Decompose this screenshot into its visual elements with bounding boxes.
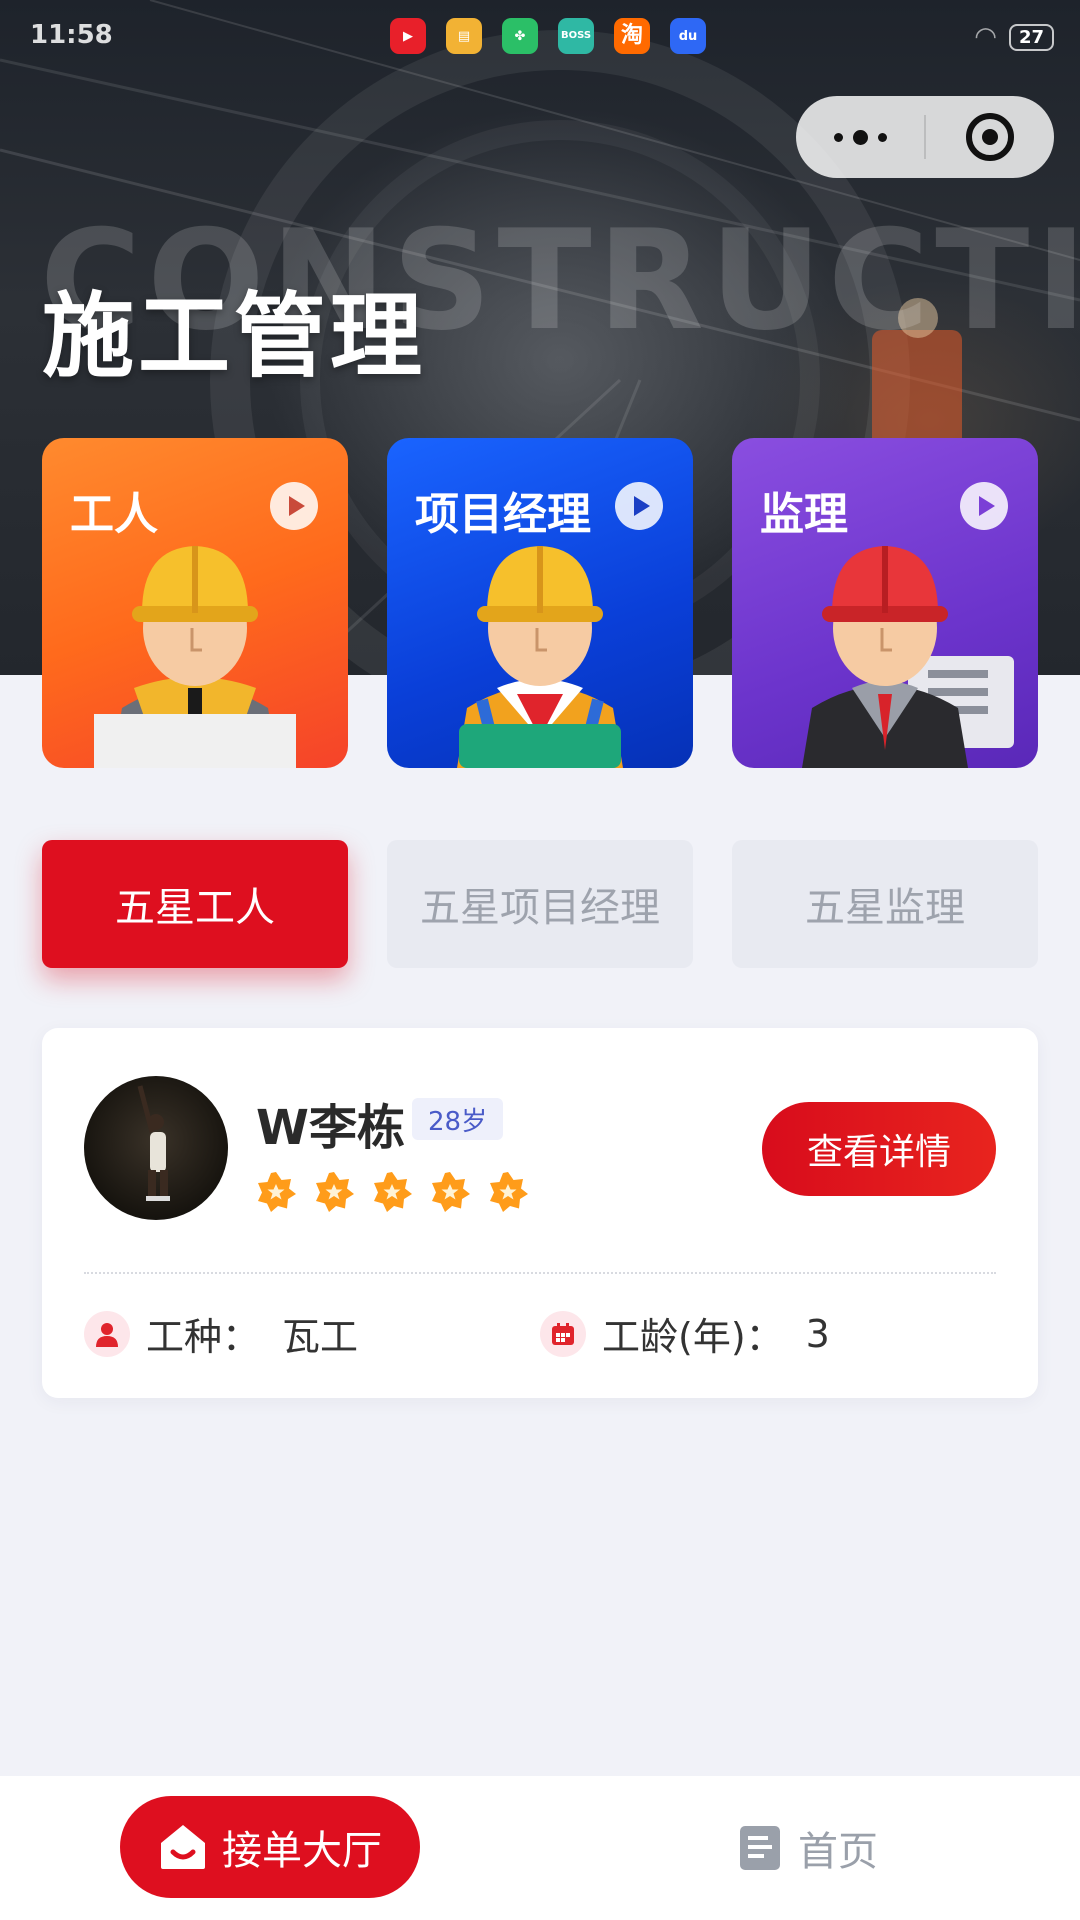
avatar	[84, 1076, 228, 1220]
role-card-supervisor[interactable]: 监理	[732, 438, 1038, 768]
card-divider	[84, 1272, 996, 1274]
tab-five-star-project-manager[interactable]: 五星项目经理	[387, 840, 693, 968]
wifi-icon: ◠	[974, 22, 997, 52]
star-rating	[254, 1170, 530, 1214]
nav-order-hall-label: 接单大厅	[222, 1828, 382, 1874]
close-miniprogram-button[interactable]	[926, 96, 1054, 178]
years-value: 3	[805, 1311, 830, 1356]
worker-name: W李栋	[256, 1100, 405, 1156]
nav-home[interactable]: 首页	[738, 1800, 878, 1896]
document-icon	[740, 1826, 780, 1870]
taobao-app-icon: 淘	[614, 18, 650, 54]
star-icon	[432, 1172, 470, 1212]
battery-icon: 27	[1008, 23, 1054, 51]
worker-card: W李栋 28岁 查看详情 工种： 瓦工 工龄(年)： 3	[42, 1028, 1038, 1398]
trade-value: 瓦工	[282, 1315, 359, 1359]
status-indicators: ◠ 27	[974, 22, 1054, 52]
baidu-app-icon: du	[670, 18, 706, 54]
tab-five-star-worker[interactable]: 五星工人	[42, 840, 348, 968]
years-info: 工龄(年)： 3	[540, 1306, 830, 1361]
role-label-worker: 工人	[70, 489, 158, 540]
role-card-project-manager[interactable]: 项目经理	[387, 438, 693, 768]
play-icon[interactable]	[270, 482, 318, 530]
role-card-worker[interactable]: 工人	[42, 438, 348, 768]
miniprogram-capsule	[796, 96, 1054, 178]
files-app-icon: ▤	[446, 18, 482, 54]
status-app-icons: ▶ ▤ ✤ BOSS 淘 du	[390, 18, 706, 54]
star-icon	[316, 1172, 354, 1212]
page-title: 施工管理	[42, 283, 427, 390]
nav-home-label: 首页	[798, 1829, 878, 1875]
calendar-icon	[540, 1310, 586, 1357]
role-label-supervisor: 监理	[760, 489, 848, 540]
tab-five-star-supervisor[interactable]: 五星监理	[732, 840, 1038, 968]
boss-app-icon: BOSS	[558, 18, 594, 54]
status-bar: 11:58 ▶ ▤ ✤ BOSS 淘 du ◠ 27	[0, 0, 1080, 70]
status-time: 11:58	[30, 20, 113, 50]
worker-person-icon	[84, 1310, 130, 1357]
role-label-project-manager: 项目经理	[415, 489, 591, 540]
age-badge: 28岁	[412, 1098, 504, 1140]
star-icon	[490, 1172, 528, 1212]
video-app-icon: ▶	[390, 18, 426, 54]
target-icon	[966, 113, 1014, 161]
star-icon	[374, 1172, 412, 1212]
nav-order-hall[interactable]: 接单大厅	[120, 1796, 420, 1898]
player-photo-icon	[137, 1085, 170, 1201]
play-icon[interactable]	[615, 482, 663, 530]
trade-info: 工种： 瓦工	[84, 1306, 358, 1361]
trade-label: 工种：	[146, 1315, 261, 1359]
more-menu-button[interactable]	[796, 96, 924, 178]
clover-app-icon: ✤	[502, 18, 538, 54]
play-icon[interactable]	[960, 482, 1008, 530]
home-smile-icon	[161, 1825, 205, 1869]
bottom-nav: 接单大厅 首页	[0, 1776, 1080, 1920]
view-details-button[interactable]: 查看详情	[762, 1102, 996, 1196]
years-label: 工龄(年)：	[602, 1315, 784, 1359]
star-icon	[258, 1172, 296, 1212]
